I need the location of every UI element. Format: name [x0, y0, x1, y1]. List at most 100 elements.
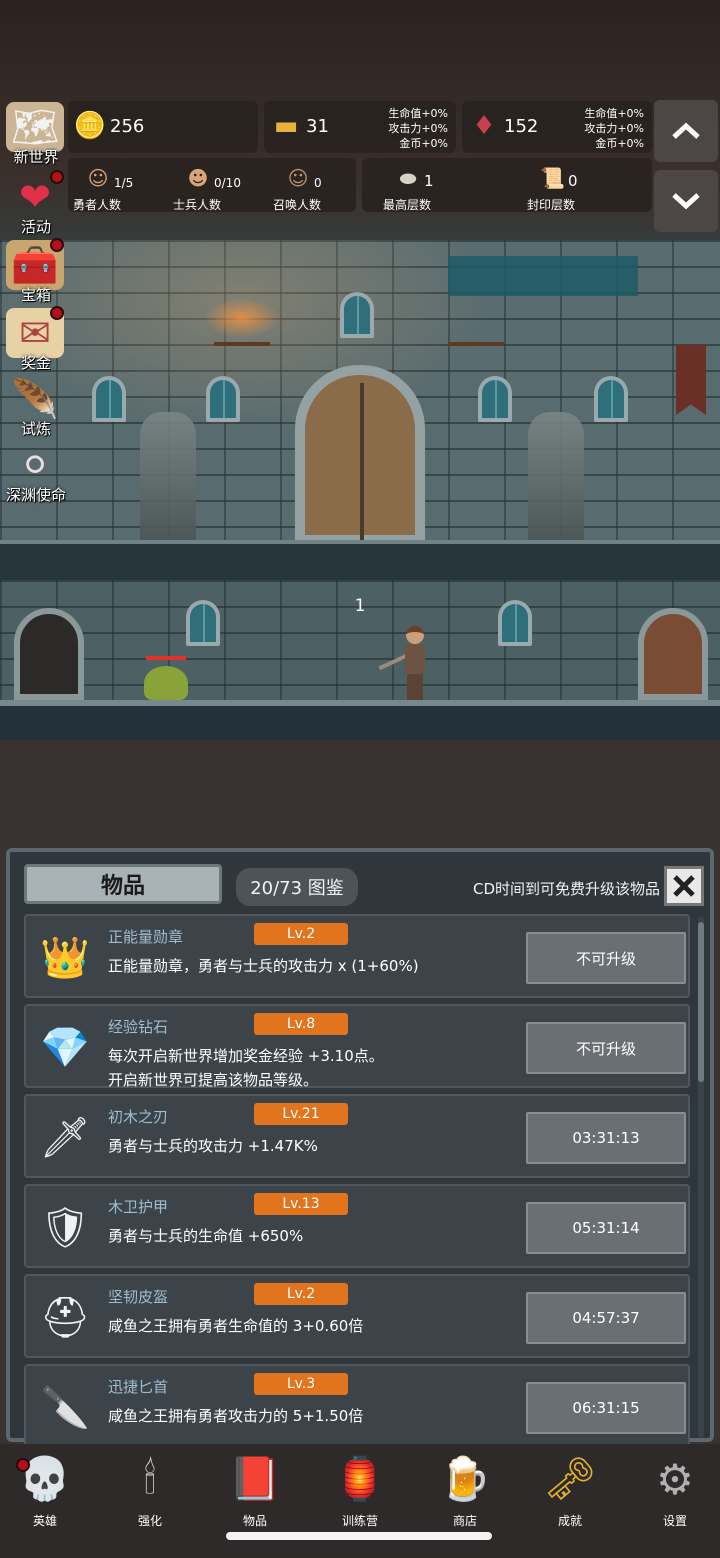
upgrade-timer-button[interactable]: 06:31:15	[526, 1382, 686, 1434]
item-description: 每次开启新世界增加奖金经验 +3.10点。 开启新世界可提高该物品等级。	[108, 1047, 384, 1089]
beer-mug-icon: 🍺	[438, 1454, 492, 1503]
nav-training-camp[interactable]: 🏮 训练营	[315, 1450, 405, 1530]
wall-damage	[448, 256, 638, 296]
panel-title: 物品	[24, 864, 222, 904]
close-icon	[673, 875, 695, 897]
nav-heroes[interactable]: 💀 英雄	[0, 1450, 90, 1530]
candle-icon: 🕯	[144, 1454, 156, 1503]
soldier-count: ☻ 0/10 士兵人数	[172, 166, 241, 212]
floor-down-button[interactable]	[654, 170, 718, 232]
castle-window	[594, 376, 628, 422]
lower-floor	[0, 700, 720, 740]
cd-hint: CD时间到可免费升级该物品	[472, 880, 660, 898]
item-description: 咸鱼之王拥有勇者生命值的 3+0.60倍	[108, 1317, 364, 1335]
summon-head-icon: ☺	[287, 166, 309, 190]
upgrade-button[interactable]: 不可升级	[526, 932, 686, 984]
close-button[interactable]	[664, 866, 704, 906]
chevron-up-icon	[672, 122, 700, 139]
barred-gate	[14, 608, 84, 700]
level-badge: Lv.2	[254, 1283, 348, 1305]
castle-window	[340, 292, 374, 338]
item-description: 正能量勋章，勇者与士兵的攻击力 x (1+60%)	[108, 957, 419, 975]
leather-helmet-icon: ⛑	[39, 1294, 91, 1341]
upgrade-timer-button[interactable]: 03:31:13	[526, 1112, 686, 1164]
crown-medal-icon: 👑	[40, 934, 90, 981]
slime-enemy	[144, 666, 188, 700]
home-indicator[interactable]	[226, 1532, 492, 1540]
knight-statue	[140, 412, 196, 542]
items-panel: 物品 20/73 图鉴 CD时间到可免费升级该物品 👑 正能量勋章 Lv.2 正…	[6, 848, 714, 1448]
summon-count: ☺ 0 召唤人数	[272, 166, 322, 212]
feather-icon: 🪶	[11, 376, 59, 421]
side-item-chest[interactable]: 🧰 宝箱	[0, 238, 72, 304]
scrollbar-thumb[interactable]	[698, 922, 704, 1082]
upper-floor	[0, 540, 720, 580]
upgrade-timer-button[interactable]: 05:31:14	[526, 1202, 686, 1254]
castle-door	[295, 365, 425, 545]
max-floor-count: ⬬ 1 最高层数	[382, 166, 434, 212]
dagger-icon: 🔪	[40, 1384, 90, 1431]
upgrade-timer-button[interactable]: 04:57:37	[526, 1292, 686, 1344]
nav-items[interactable]: 📕 物品	[210, 1450, 300, 1530]
map-scroll-icon: 🗺	[6, 102, 64, 152]
hero-head-icon: ☺	[87, 166, 109, 190]
side-item-event[interactable]: ❤ 活动	[0, 170, 72, 236]
scroll-icon: 📜	[540, 166, 565, 190]
knight-statue	[528, 412, 584, 542]
list-item: 👑 正能量勋章 Lv.2 正能量勋章，勇者与士兵的攻击力 x (1+60%) 不…	[24, 914, 690, 998]
wooden-side-door	[638, 608, 708, 700]
pearl-orb-icon: ⚪	[19, 443, 51, 487]
unit-counts: ☺ 1/5 勇者人数 ☻ 0/10 士兵人数 ☺ 0 召唤人数	[68, 158, 356, 212]
castle-window	[186, 600, 220, 646]
sealed-floor-count: 📜 0 封印层数	[526, 166, 578, 212]
diamond-icon: 💎	[40, 1024, 90, 1071]
item-description: 咸鱼之王拥有勇者攻击力的 5+1.50倍	[108, 1407, 364, 1425]
gold-bar-counter: ▬ 31 生命值+0% 攻击力+0% 金币+0%	[264, 101, 456, 153]
game-screen: 1 🗺 新世界 ❤ 活动 🧰 宝箱 ✉ 奖金 🪶 试炼 ⚪ 深渊使命 🪙 256…	[0, 0, 720, 1558]
castle-window	[92, 376, 126, 422]
hero-character	[378, 626, 430, 700]
notification-dot	[16, 1458, 30, 1472]
notification-dot	[50, 306, 64, 320]
enemy-health-bar	[146, 656, 186, 660]
side-item-new-world[interactable]: 🗺 新世界	[0, 100, 72, 166]
chandelier	[448, 312, 504, 346]
level-badge: Lv.2	[254, 923, 348, 945]
chevron-down-icon	[672, 193, 700, 210]
red-gem-icon: ♦	[472, 111, 496, 141]
floor-counts: ⬬ 1 最高层数 📜 0 封印层数	[362, 158, 652, 212]
gem-counter: ♦ 152 生命值+0% 攻击力+0% 金币+0%	[462, 101, 652, 153]
floor-number: 1	[354, 596, 366, 616]
gear-icon: ⚙	[656, 1454, 694, 1504]
side-item-abyss-mission[interactable]: ⚪ 深渊使命	[0, 438, 72, 504]
nav-shop[interactable]: 🍺 商店	[420, 1450, 510, 1530]
collection-button[interactable]: 20/73 图鉴	[236, 868, 358, 906]
upgrade-button[interactable]: 不可升级	[526, 1022, 686, 1074]
notification-dot	[50, 170, 64, 184]
list-item: 🔪 迅捷匕首 Lv.3 咸鱼之王拥有勇者攻击力的 5+1.50倍 06:31:1…	[24, 1364, 690, 1448]
castle-window	[498, 600, 532, 646]
bonus-stats: 生命值+0% 攻击力+0% 金币+0%	[388, 107, 448, 150]
list-item: 💎 经验钻石 Lv.8 每次开启新世界增加奖金经验 +3.10点。 开启新世界可…	[24, 1004, 690, 1089]
wooden-sword-icon: 🗡	[39, 1114, 91, 1161]
side-item-bonus[interactable]: ✉ 奖金	[0, 306, 72, 372]
side-item-trial[interactable]: 🪶 试炼	[0, 372, 72, 439]
bonus-stats: 生命值+0% 攻击力+0% 金币+0%	[584, 107, 644, 150]
notification-dot	[50, 238, 64, 252]
item-description: 勇者与士兵的生命值 +650%	[108, 1227, 304, 1245]
armor-icon: 🛡	[39, 1204, 91, 1251]
castle-window	[478, 376, 512, 422]
gold-bar-icon: ▬	[273, 111, 299, 141]
soldier-head-icon: ☻	[187, 166, 209, 190]
level-badge: Lv.21	[254, 1103, 348, 1125]
nav-achievements[interactable]: 🗝 成就	[525, 1450, 615, 1530]
item-description: 勇者与士兵的攻击力 +1.47K%	[108, 1137, 318, 1155]
level-badge: Lv.8	[254, 1013, 348, 1035]
nav-settings[interactable]: ⚙ 设置	[630, 1450, 720, 1530]
floor-up-button[interactable]	[654, 100, 718, 162]
gold-counter: 🪙 256	[68, 101, 258, 153]
level-badge: Lv.3	[254, 1373, 348, 1395]
gold-coin-icon: 🪙	[73, 111, 107, 141]
list-item: ⛑ 坚韧皮盔 Lv.2 咸鱼之王拥有勇者生命值的 3+0.60倍 04:57:3…	[24, 1274, 690, 1358]
nav-enhance[interactable]: 🕯 强化	[105, 1450, 195, 1530]
